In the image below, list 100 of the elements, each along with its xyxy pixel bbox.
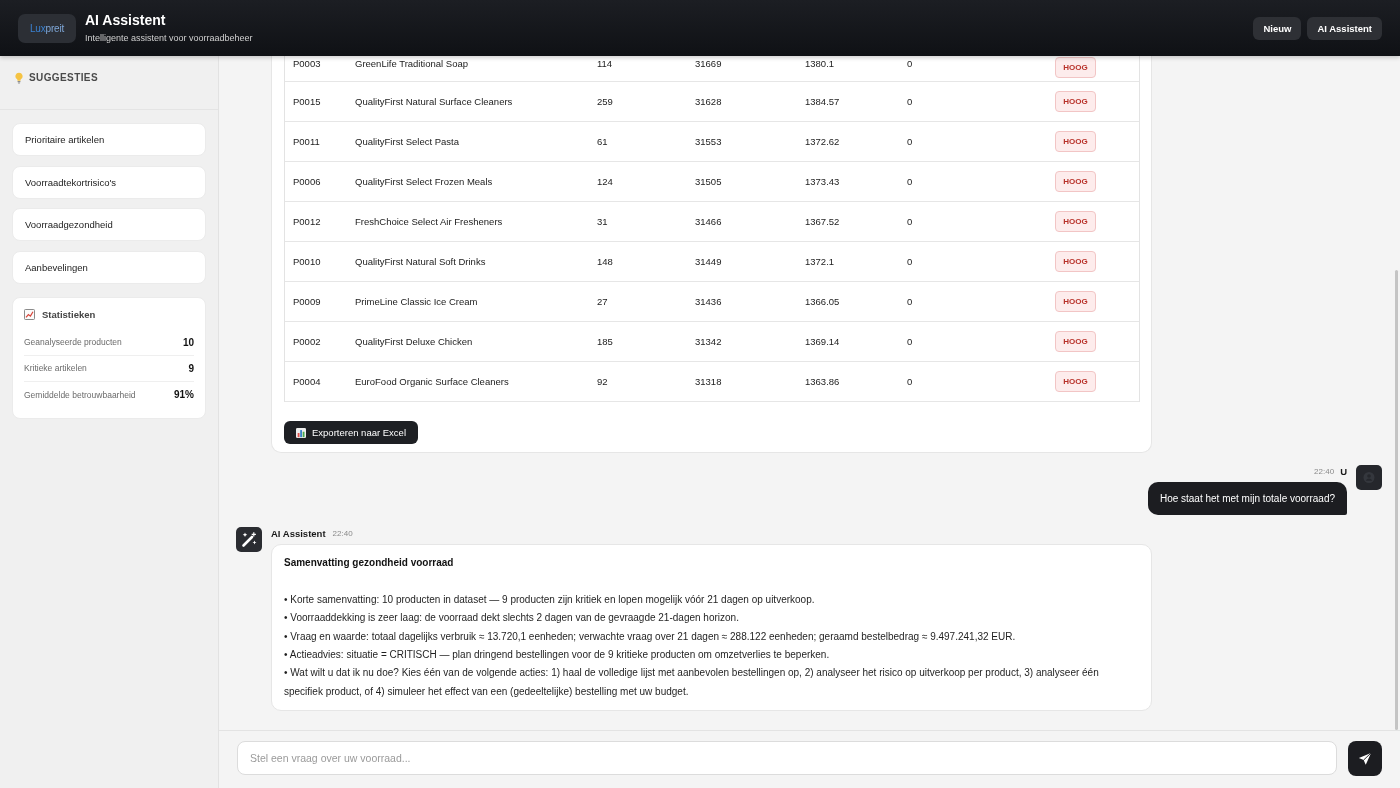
send-button[interactable] xyxy=(1348,741,1382,776)
table-cell-text: 148 xyxy=(596,255,614,268)
table-cell-text: 31342 xyxy=(694,335,723,348)
stat-value: 91% xyxy=(174,389,194,400)
table-cell-text: 31628 xyxy=(694,95,723,108)
table-cell-text: 31466 xyxy=(694,215,723,228)
message-text: • Wat wilt u dat ik nu doe? Kies één van de volgende acties: 1) haal de volledige lijst met aanbevolen bestellingen op, 2) analyseer het risico op uitverkoop per product, 3) analyseer één specifiek product, of 4) simuleer het effect van een (gedeeltelijke) bestelling met uw budget. xyxy=(284,666,1100,699)
table-cell-text: 27 xyxy=(596,295,609,308)
table-cell-text: 0 xyxy=(906,295,914,308)
message-input[interactable]: Stel een vraag over uw voorraad... xyxy=(237,741,1337,775)
table-cell-text: P0003 xyxy=(292,57,322,70)
priority-badge: HOOG xyxy=(1055,211,1096,232)
sender-name: AI Assistent xyxy=(271,527,326,539)
message-time: 22:40 xyxy=(1314,466,1335,476)
table-cell-text: P0002 xyxy=(292,335,322,348)
table-cell-text: 31318 xyxy=(694,375,723,388)
table-cell-text: 31 xyxy=(596,215,609,228)
table-cell-text: GreenLife Traditional Soap xyxy=(354,57,470,70)
suggestion-item[interactable]: Aanbevelingen xyxy=(12,250,206,284)
stat-value: 10 xyxy=(182,336,194,348)
table-cell-text: EuroFood Organic Surface Cleaners xyxy=(354,375,510,388)
message-text: • Vraag en waarde: totaal dagelijks verbruik ≈ 13.720,1 eenheden; verwachte vraag over 21 dagen ≈ 288.122 eenheden; geraamd bestelbedrag ≈ 9.497.241,32 EUR. xyxy=(284,629,1017,644)
table-cell-text: 124 xyxy=(596,175,614,188)
table-cell-text: 92 xyxy=(596,375,609,388)
table-cell-text: P0010 xyxy=(292,255,322,268)
table-cell-text: 0 xyxy=(906,95,914,108)
stat-label: Geanalyseerde producten xyxy=(24,337,122,347)
priority-badge: HOOG xyxy=(1055,131,1096,152)
lightbulb-icon xyxy=(15,72,23,84)
table-cell-text: 0 xyxy=(906,215,914,228)
table-cell-text: 1380.1 xyxy=(804,57,836,70)
header-button[interactable]: AI Assistent xyxy=(1307,16,1382,40)
export-button[interactable]: Exporteren naar Excel xyxy=(284,421,418,444)
table-cell-text: 0 xyxy=(906,335,914,348)
table-cell-text: QualityFirst Select Frozen Meals xyxy=(354,175,494,188)
scrollbar-thumb[interactable] xyxy=(1395,270,1398,730)
table-cell-text: 31505 xyxy=(694,175,723,188)
table-cell-text: 1373.43 xyxy=(804,175,841,188)
table-cell-text: 1363.86 xyxy=(804,375,841,388)
bar-chart-icon xyxy=(296,427,306,438)
sender-name: U xyxy=(1340,465,1347,477)
stat-value: 9 xyxy=(188,362,194,374)
app-title: AI Assistent xyxy=(85,12,167,29)
priority-badge: HOOG xyxy=(1055,171,1096,192)
table-cell-text: FreshChoice Select Air Fresheners xyxy=(354,215,504,228)
table-cell-text: 1372.1 xyxy=(804,255,836,268)
priority-badge: HOOG xyxy=(1055,291,1096,312)
table-cell-text: 61 xyxy=(596,135,609,148)
app-subtitle: Intelligente assistent voor voorraadbeheer xyxy=(85,32,253,44)
suggestion-item[interactable]: Prioritaire artikelen xyxy=(12,123,206,156)
send-icon xyxy=(1357,750,1373,767)
table-cell-text: P0011 xyxy=(292,135,321,148)
table-cell-text: 0 xyxy=(906,255,914,268)
table-cell-text: P0004 xyxy=(292,375,322,388)
table-cell-text: 114 xyxy=(596,57,614,70)
table-cell-text: QualityFirst Select Pasta xyxy=(354,135,460,148)
table-cell-text: 1369.14 xyxy=(804,335,841,348)
table-cell-text: QualityFirst Deluxe Chicken xyxy=(354,335,474,348)
table-cell-text: 0 xyxy=(906,175,914,188)
magic-wand-icon xyxy=(236,527,262,552)
priority-badge: HOOG xyxy=(1055,331,1096,352)
table-cell-text: 1367.52 xyxy=(804,215,841,228)
table-cell-text: P0009 xyxy=(292,295,322,308)
logo: Luxpreit xyxy=(18,13,76,43)
stat-label: Gemiddelde betrouwbaarheid xyxy=(24,389,136,400)
message-text: • Voorraaddekking is zeer laag: de voorraad dekt slechts 2 dagen van de gevraagde 21-dagen horizon. xyxy=(284,611,740,626)
table-cell-text: 1384.57 xyxy=(804,95,841,108)
message-text: • Actieadvies: situatie = CRITISCH — plan dringend bestellingen voor de 9 kritieke producten om omzetverlies te beperken. xyxy=(284,648,831,662)
table-cell-text: P0012 xyxy=(292,215,322,228)
table-cell-text: 31669 xyxy=(694,57,723,70)
table-cell-text: P0006 xyxy=(292,175,322,188)
priority-badge: HOOG xyxy=(1055,371,1096,392)
priority-badge: HOOG xyxy=(1055,251,1096,272)
table-cell-text: 31553 xyxy=(694,135,723,148)
user-avatar-icon xyxy=(1356,465,1382,490)
message-heading: Samenvatting gezondheid voorraad xyxy=(284,556,455,570)
priority-badge: HOOG xyxy=(1055,57,1096,78)
table-cell-text: QualityFirst Natural Soft Drinks xyxy=(354,255,487,268)
table-cell-text: 1366.05 xyxy=(804,295,841,308)
table-cell-text: P0015 xyxy=(292,95,322,108)
table-cell-text: 31436 xyxy=(694,295,723,308)
section-heading: SUGGESTIES xyxy=(29,72,98,84)
card-title: Statistieken xyxy=(42,309,96,320)
header-button[interactable]: Nieuw xyxy=(1253,16,1302,40)
suggestion-item[interactable]: Voorraadgezondheid xyxy=(12,208,206,241)
table-cell-text: 31449 xyxy=(694,255,723,268)
message-text: • Korte samenvatting: 10 producten in dataset — 9 producten zijn kritiek en lopen mogelijk vóór 21 dagen op uitverkoop. xyxy=(284,592,816,607)
message-time: 22:40 xyxy=(332,528,353,538)
priority-badge: HOOG xyxy=(1055,91,1096,112)
table-cell-text: 1372.62 xyxy=(804,135,841,148)
user-message: Hoe staat het met mijn totale voorraad? xyxy=(1147,482,1347,515)
suggestion-item[interactable]: Voorraadtekortrisico's xyxy=(12,165,206,199)
table-cell-text: QualityFirst Natural Surface Cleaners xyxy=(354,95,514,108)
table-cell-text: 0 xyxy=(906,375,914,388)
table-cell-text: 259 xyxy=(596,95,614,108)
stat-label: Kritieke artikelen xyxy=(24,363,87,373)
line-chart-icon xyxy=(24,309,35,320)
table-cell-text: 185 xyxy=(596,335,614,348)
table-cell-text: 0 xyxy=(906,135,914,148)
table-cell-text: 0 xyxy=(906,57,914,70)
